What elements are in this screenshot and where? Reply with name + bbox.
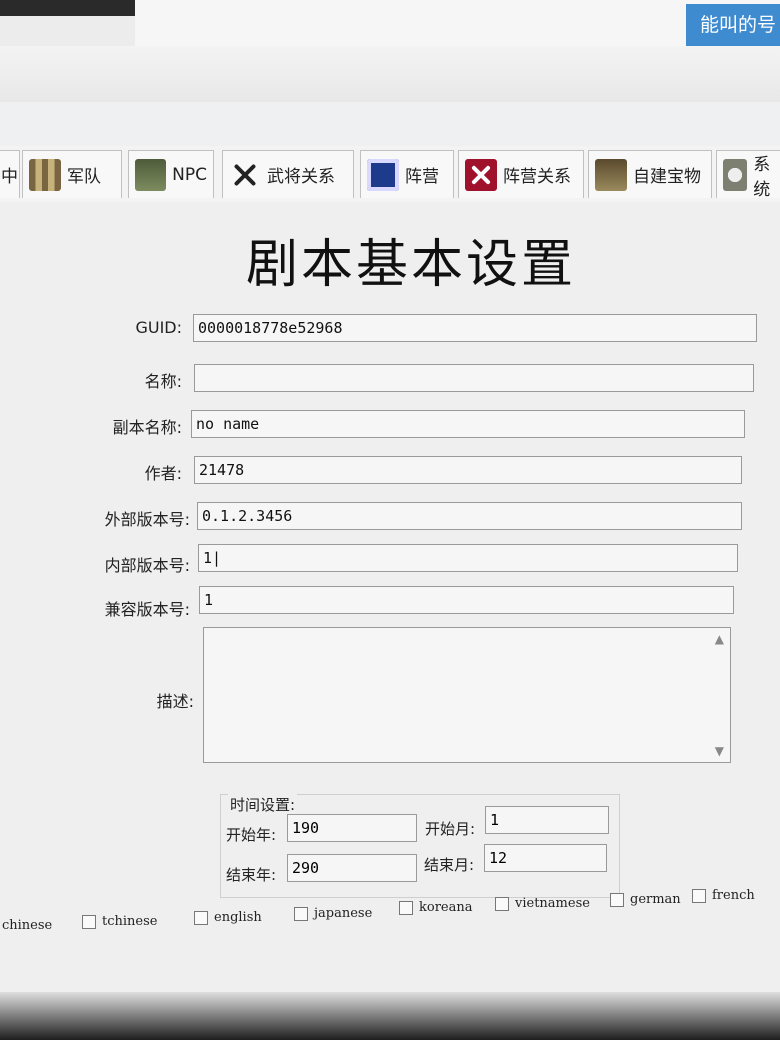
external-version-field[interactable]: 0.1.2.3456: [197, 502, 742, 530]
lang-koreana[interactable]: koreana: [399, 900, 473, 915]
name-field[interactable]: [194, 364, 754, 392]
page-title: 剧本基本设置: [246, 235, 577, 295]
tab-label: 系统: [753, 154, 771, 200]
scroll-up-icon[interactable]: ▲: [715, 632, 724, 646]
tab-custom-treasure[interactable]: 自建宝物: [588, 150, 712, 198]
start-month-label: 开始月:: [425, 820, 476, 838]
lang-label: chinese: [2, 918, 53, 933]
checkbox[interactable]: [194, 910, 208, 925]
end-year-label: 结束年:: [226, 866, 277, 884]
tab-bar: 中 军队 NPC 武将关系 阵营 阵营关系 自建宝物 系统: [0, 146, 780, 203]
internal-version-field[interactable]: 1|: [198, 544, 738, 572]
compat-version-field[interactable]: 1: [199, 586, 734, 614]
screen: 能叫的号 中 军队 NPC 武将关系 阵营 阵营关系 自建宝物 系统 剧本基本设…: [0, 0, 780, 1040]
description-label: 描述:: [156, 692, 194, 711]
author-field[interactable]: 21478: [194, 456, 742, 484]
lang-label: english: [214, 910, 262, 925]
end-year-field[interactable]: 290: [287, 854, 417, 882]
checkbox[interactable]: [399, 900, 413, 915]
shield-icon: [367, 158, 399, 191]
name-label: 名称:: [144, 372, 182, 391]
author-label: 作者:: [144, 464, 182, 483]
lang-label: french: [712, 888, 755, 903]
lang-label: tchinese: [102, 914, 158, 929]
tab-label: 中: [1, 167, 18, 187]
npc-icon: [135, 158, 167, 191]
settings-panel: 剧本基本设置 GUID: 0000018778e52968 名称: 副本名称: …: [0, 202, 780, 992]
checkbox[interactable]: [82, 914, 96, 929]
tab-label: NPC: [172, 164, 207, 185]
lang-label: koreana: [419, 900, 473, 915]
lang-german[interactable]: german: [610, 892, 681, 907]
tab-partial[interactable]: 中: [0, 150, 20, 198]
tab-system[interactable]: 系统: [716, 150, 780, 200]
tab-label: 自建宝物: [633, 167, 701, 187]
time-settings-title: 时间设置:: [228, 794, 298, 815]
checkbox[interactable]: [610, 892, 624, 907]
crossed-swords-icon: [229, 159, 261, 191]
tab-faction-relations[interactable]: 阵营关系: [458, 150, 584, 198]
tab-general-relations[interactable]: 武将关系: [222, 150, 354, 198]
compat-version-label: 兼容版本号:: [104, 600, 190, 619]
checkbox[interactable]: [692, 888, 706, 903]
window-chrome: [0, 46, 780, 103]
start-year-field[interactable]: 190: [287, 814, 417, 842]
lang-label: vietnamese: [515, 896, 590, 911]
treasure-icon: [595, 158, 627, 191]
start-year-label: 开始年:: [226, 826, 277, 844]
guid-label: GUID:: [135, 318, 182, 337]
start-month-field[interactable]: 1: [485, 806, 609, 834]
monitor-bottom-bezel: [0, 992, 780, 1040]
system-icon: [723, 158, 748, 191]
guid-field[interactable]: 0000018778e52968: [193, 314, 757, 342]
checkbox[interactable]: [294, 906, 308, 921]
tab-label: 武将关系: [267, 167, 335, 187]
description-textarea[interactable]: ▲ ▼: [203, 627, 731, 763]
checkbox[interactable]: [495, 896, 509, 911]
end-month-field[interactable]: 12: [484, 844, 607, 872]
tab-faction[interactable]: 阵营: [360, 150, 454, 198]
script-name-label: 副本名称:: [112, 418, 182, 437]
tab-label: 军队: [67, 167, 101, 187]
tab-npc[interactable]: NPC: [128, 150, 214, 198]
lang-label: japanese: [314, 906, 373, 921]
tab-label: 阵营关系: [503, 167, 571, 187]
lang-english[interactable]: english: [194, 910, 262, 925]
lang-tchinese[interactable]: tchinese: [82, 914, 157, 929]
external-version-label: 外部版本号:: [104, 510, 190, 529]
internal-version-label: 内部版本号:: [104, 556, 190, 575]
language-row: chinese tchinese english japanese korean…: [0, 888, 780, 938]
background-button[interactable]: 能叫的号: [686, 4, 780, 46]
menu-bar: [0, 102, 780, 147]
faction-swords-icon: [465, 158, 497, 191]
background-window: [135, 0, 780, 47]
end-month-label: 结束月:: [424, 856, 475, 874]
tab-label: 阵营: [405, 167, 439, 187]
lang-chinese[interactable]: chinese: [2, 918, 52, 933]
script-name-field[interactable]: no name: [191, 410, 745, 438]
tab-army[interactable]: 军队: [22, 150, 122, 198]
lang-label: german: [630, 892, 681, 907]
army-icon: [29, 158, 61, 191]
lang-french[interactable]: french: [692, 888, 755, 903]
scroll-down-icon[interactable]: ▼: [715, 744, 724, 758]
lang-japanese[interactable]: japanese: [294, 906, 372, 921]
lang-vietnamese[interactable]: vietnamese: [495, 896, 590, 911]
